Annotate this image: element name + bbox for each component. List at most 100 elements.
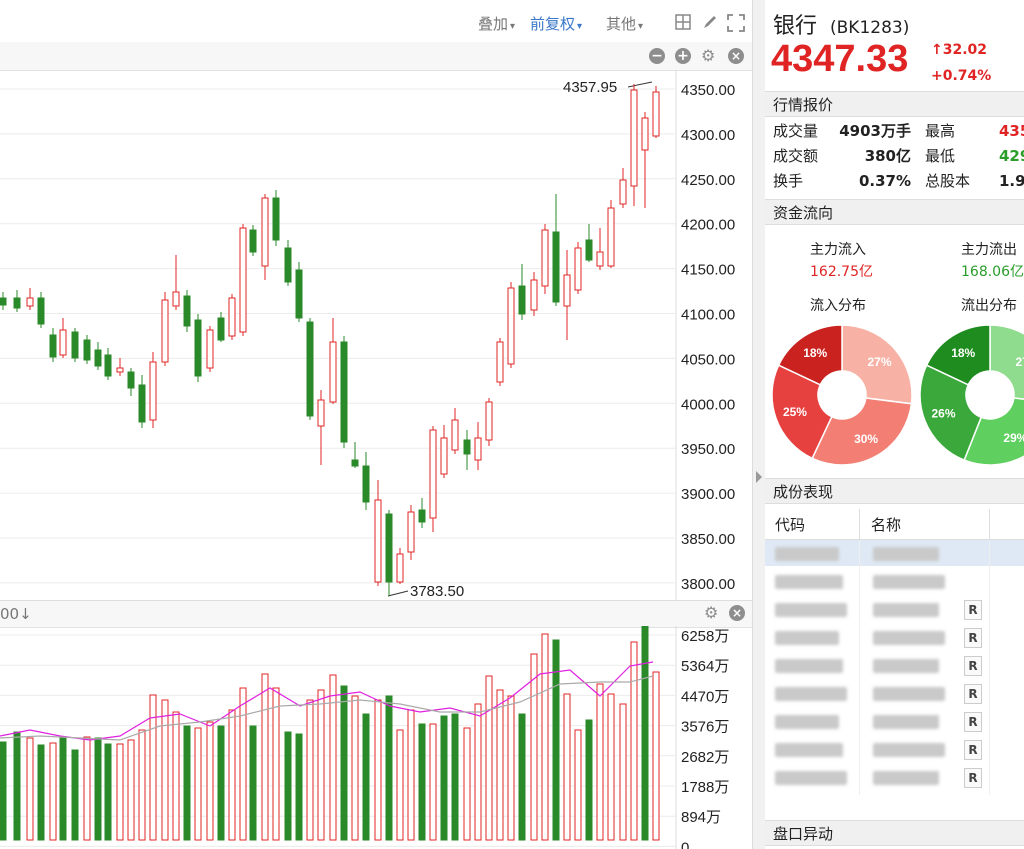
candlestick[interactable]	[429, 426, 437, 532]
candlestick[interactable]	[172, 255, 180, 310]
candlestick[interactable]	[563, 250, 571, 340]
candlestick[interactable]	[552, 194, 560, 306]
main-inflow-value: 162.75亿	[810, 264, 873, 280]
candlestick[interactable]	[206, 326, 214, 372]
candlestick[interactable]	[396, 548, 404, 584]
candlestick[interactable]	[317, 390, 325, 465]
volume-indicator-label[interactable]: 00↓	[0, 605, 32, 623]
table-row[interactable]	[765, 540, 1024, 568]
outflow-distribution-label: 流出分布	[961, 298, 1017, 314]
candlestick[interactable]	[485, 398, 493, 446]
y-axis-tick-label: 3950.00	[681, 441, 735, 458]
chart-toolbar: 叠加 ▾ 前复权 ▾ 其他 ▾	[0, 0, 752, 43]
candlestick[interactable]	[94, 342, 102, 370]
candlestick[interactable]	[541, 224, 549, 294]
candlestick[interactable]	[71, 328, 79, 362]
table-row[interactable]: R	[765, 680, 1024, 708]
candlestick[interactable]	[127, 368, 135, 396]
candle-body	[619, 179, 627, 205]
close-panel-button[interactable]: ×	[728, 48, 744, 64]
y-axis-tick-label: 4250.00	[681, 172, 735, 189]
candlestick[interactable]	[596, 228, 604, 270]
table-row[interactable]: R	[765, 652, 1024, 680]
candlestick[interactable]	[0, 292, 7, 310]
quote-label: 成交量	[773, 122, 819, 140]
panel-splitter[interactable]	[752, 0, 766, 849]
candlestick[interactable]	[585, 224, 593, 262]
candlestick[interactable]	[217, 312, 225, 342]
column-code[interactable]: 代码	[775, 514, 805, 535]
candlestick[interactable]	[530, 272, 538, 316]
volume-chart[interactable]: 6258万 5364万 4470万 3576万 2682万 1788万 894万 0	[0, 626, 752, 849]
candlestick[interactable]	[306, 318, 314, 420]
candlestick[interactable]	[619, 168, 627, 208]
candlestick[interactable]	[418, 498, 426, 528]
candlestick[interactable]	[26, 288, 34, 310]
draw-pen-icon[interactable]	[702, 14, 718, 30]
candlestick[interactable]	[474, 422, 482, 470]
column-name[interactable]: 名称	[871, 514, 901, 535]
table-row[interactable]: R	[765, 596, 1024, 624]
inflow-slice-label: 27%	[867, 355, 891, 369]
candlestick[interactable]	[83, 335, 91, 364]
chevron-down-icon: ▾	[510, 21, 516, 32]
candlestick[interactable]	[183, 290, 191, 332]
candlestick[interactable]	[249, 225, 257, 256]
gear-icon[interactable]: ⚙	[701, 48, 715, 64]
zoom-out-button[interactable]: −	[649, 48, 665, 64]
candlestick-chart[interactable]: 4350.00 4300.00 4250.00 4200.00 4150.00 4100.…	[0, 70, 752, 600]
candlestick[interactable]	[574, 242, 582, 294]
candlestick[interactable]	[284, 240, 292, 286]
candlestick[interactable]	[440, 425, 448, 478]
candlestick[interactable]	[463, 430, 471, 470]
table-row[interactable]: R	[765, 736, 1024, 764]
candlestick[interactable]	[228, 294, 236, 340]
table-row[interactable]: R	[765, 708, 1024, 736]
candlestick[interactable]	[59, 318, 67, 358]
table-row[interactable]: R	[765, 624, 1024, 652]
candlestick[interactable]	[374, 480, 382, 586]
candlestick[interactable]	[116, 358, 124, 376]
quote-value: 380亿	[864, 147, 911, 165]
candlestick[interactable]	[13, 290, 21, 312]
table-row[interactable]	[765, 568, 1024, 596]
candlestick[interactable]	[407, 505, 415, 560]
candlestick[interactable]	[340, 336, 348, 448]
candlestick[interactable]	[261, 194, 269, 280]
candlestick[interactable]	[49, 328, 57, 362]
candlestick[interactable]	[272, 190, 280, 246]
close-volume-button[interactable]: ×	[729, 605, 745, 621]
candlestick[interactable]	[641, 112, 649, 208]
candlestick[interactable]	[652, 86, 660, 138]
candlestick[interactable]	[149, 352, 157, 428]
zoom-in-button[interactable]: +	[675, 48, 691, 64]
adjust-menu[interactable]: 前复权 ▾	[530, 13, 582, 34]
chevron-right-icon[interactable]	[755, 470, 763, 484]
candlestick[interactable]	[607, 200, 615, 268]
table-row[interactable]: R	[765, 764, 1024, 792]
volume-bar	[385, 695, 393, 841]
overlay-menu[interactable]: 叠加 ▾	[478, 13, 515, 34]
candlestick[interactable]	[496, 338, 504, 386]
candlestick[interactable]	[104, 348, 112, 380]
candlestick[interactable]	[362, 452, 370, 510]
candlestick[interactable]	[451, 408, 459, 454]
candlestick[interactable]	[161, 292, 169, 366]
quote-value: 0.37%	[858, 172, 911, 190]
candlestick[interactable]	[138, 375, 146, 428]
candlestick[interactable]	[351, 442, 359, 468]
fullscreen-icon[interactable]	[727, 14, 745, 32]
grid-layout-icon[interactable]	[675, 14, 691, 30]
volume-bar	[116, 743, 124, 841]
candlestick[interactable]	[295, 262, 303, 322]
candlestick[interactable]	[37, 292, 45, 328]
redacted-code	[775, 743, 843, 757]
other-menu[interactable]: 其他 ▾	[606, 13, 643, 34]
candlestick[interactable]	[194, 314, 202, 382]
candlestick[interactable]	[630, 84, 638, 206]
candlestick[interactable]	[518, 264, 526, 320]
candlestick[interactable]	[329, 318, 337, 404]
candlestick[interactable]	[239, 224, 247, 336]
candlestick[interactable]	[507, 282, 515, 368]
gear-icon[interactable]: ⚙	[704, 605, 718, 621]
